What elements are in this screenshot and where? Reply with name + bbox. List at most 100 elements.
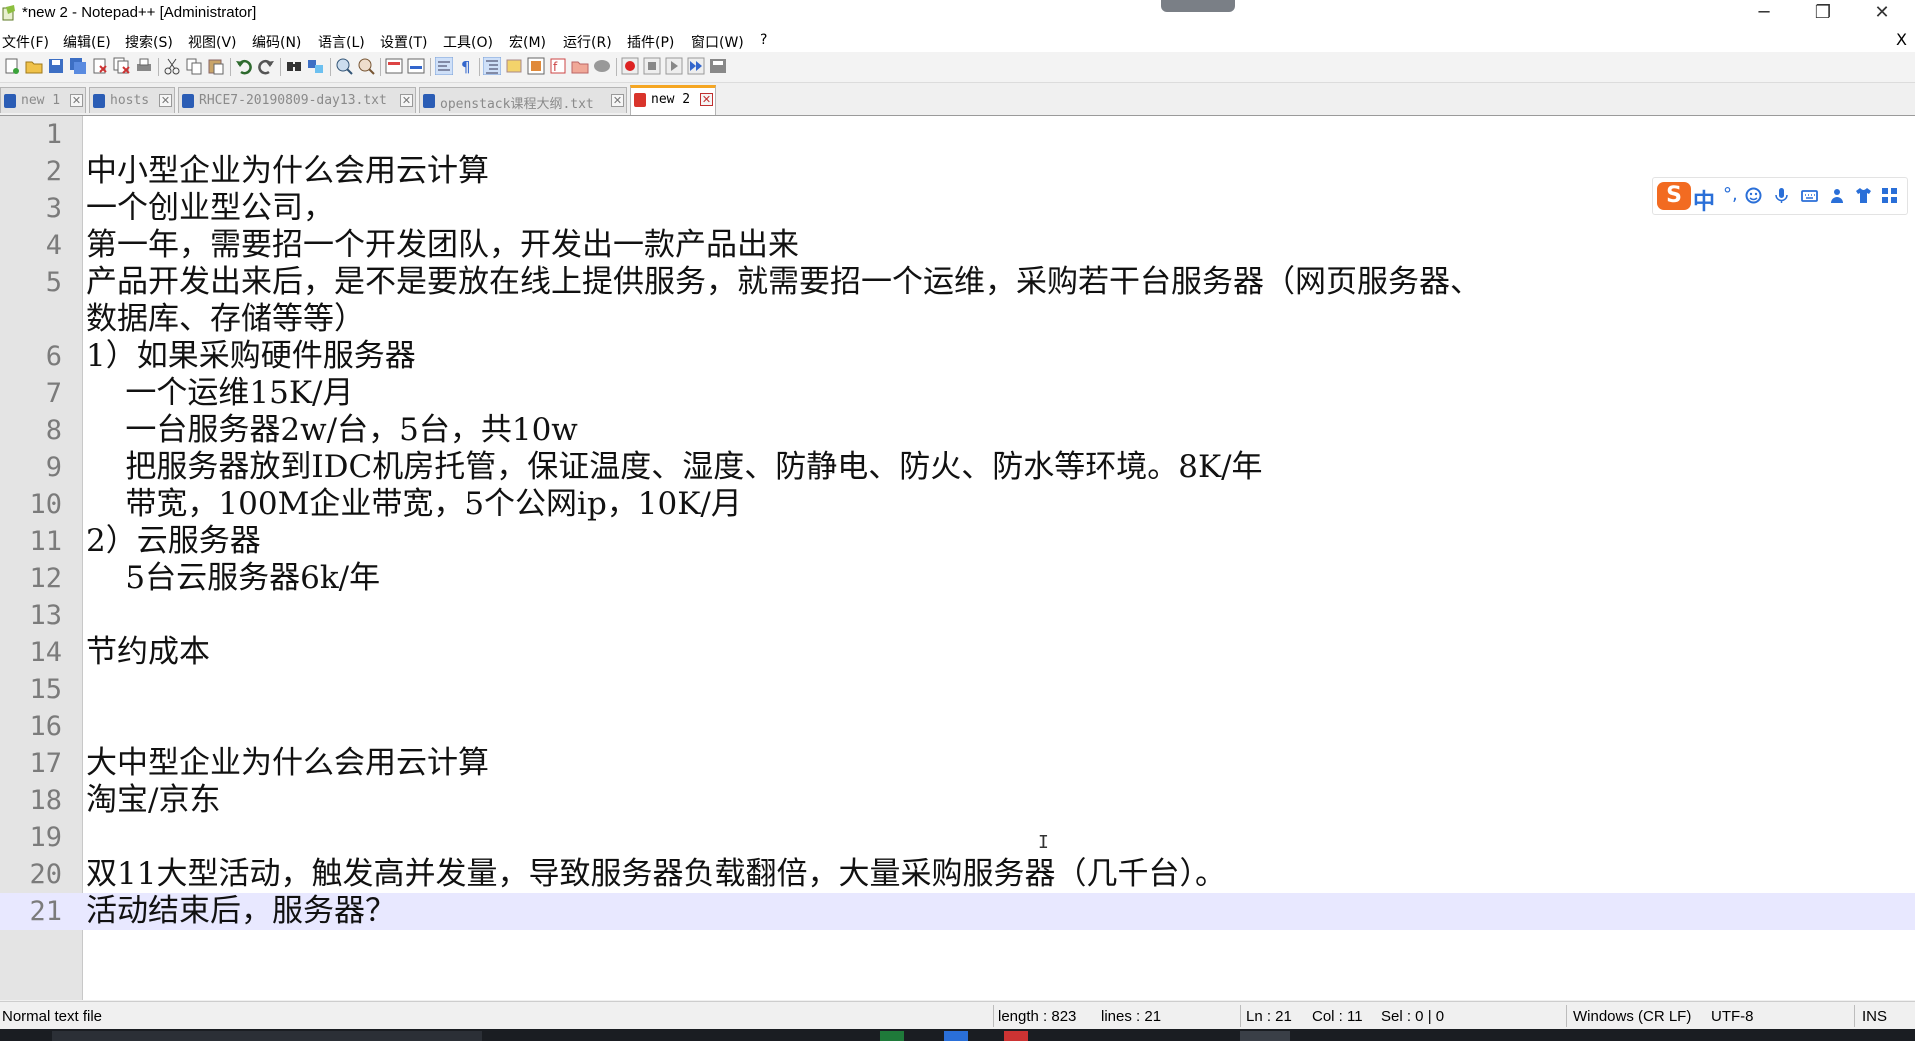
line-text[interactable]: 一个创业型公司， (86, 190, 334, 227)
line-text[interactable]: 双11大型活动，触发高并发量，导致服务器负载翻倍，大量采购服务器（几千台）。 (86, 856, 1226, 893)
editor-line[interactable]: 10 带宽，100M企业带宽，5个公网ip，10K/月 (0, 486, 1915, 523)
print-icon[interactable] (135, 57, 153, 75)
user-lang-icon[interactable] (505, 57, 523, 75)
tab-close-icon[interactable]: ✕ (700, 93, 713, 106)
remote-session-grip[interactable] (1161, 0, 1235, 12)
word-wrap-icon[interactable] (435, 57, 453, 75)
close-icon[interactable] (91, 57, 109, 75)
menu-plugins[interactable]: 插件(P) (627, 32, 674, 52)
line-text[interactable]: 第一年，需要招一个开发团队，开发出一款产品出来 (86, 227, 799, 264)
line-text[interactable]: 1）如果采购硬件服务器 (86, 338, 416, 375)
copy-icon[interactable] (185, 57, 203, 75)
taskbar-app-icon[interactable] (1004, 1031, 1028, 1041)
restore-button[interactable]: ❐ (1800, 0, 1846, 28)
line-text[interactable]: 5台云服务器6k/年 (86, 560, 380, 597)
menu-window[interactable]: 窗口(W) (691, 32, 744, 52)
run-macro-multiple-icon[interactable] (687, 57, 705, 75)
play-macro-icon[interactable] (665, 57, 683, 75)
ime-toolbar[interactable]: S 中 °, (1652, 177, 1908, 215)
line-text[interactable]: 中小型企业为什么会用云计算 (86, 153, 489, 190)
editor-line[interactable]: 15 (0, 671, 1915, 708)
redo-icon[interactable] (257, 57, 275, 75)
line-text[interactable]: 数据库、存储等等） (86, 301, 365, 338)
zoom-out-icon[interactable] (357, 57, 375, 75)
tab-close-icon[interactable]: ✕ (70, 94, 83, 107)
minimize-button[interactable]: ─ (1741, 0, 1787, 28)
editor-line[interactable]: 12 5台云服务器6k/年 (0, 560, 1915, 597)
menu-language[interactable]: 语言(L) (318, 32, 365, 52)
taskbar-app-icon[interactable] (944, 1031, 968, 1041)
show-all-chars-icon[interactable]: ¶ (457, 57, 475, 75)
editor-line[interactable]: 21 活动结束后，服务器？ (0, 893, 1915, 930)
line-text[interactable]: 一台服务器2w/台，5台，共10w (86, 412, 577, 449)
line-text[interactable]: 一个运维15K/月 (86, 375, 353, 412)
tab-new-2[interactable]: new 2 ✕ (630, 85, 716, 115)
menu-settings[interactable]: 设置(T) (380, 32, 427, 52)
save-macro-icon[interactable] (709, 57, 727, 75)
menu-tools[interactable]: 工具(O) (443, 32, 493, 52)
microphone-icon[interactable] (1773, 187, 1790, 204)
keyboard-icon[interactable] (1801, 187, 1818, 204)
menu-help[interactable]: ? (760, 32, 767, 48)
punctuation-toggle[interactable]: °, (1723, 184, 1738, 205)
tab-close-icon[interactable]: ✕ (159, 94, 172, 107)
monitor-icon[interactable] (593, 57, 611, 75)
grid-icon[interactable] (1881, 187, 1898, 204)
tab-new-1[interactable]: new 1 ✕ (0, 87, 86, 113)
undo-icon[interactable] (235, 57, 253, 75)
cut-icon[interactable] (163, 57, 181, 75)
line-text[interactable]: 2）云服务器 (86, 523, 261, 560)
zoom-in-icon[interactable] (335, 57, 353, 75)
editor-line[interactable]: 7 一个运维15K/月 (0, 375, 1915, 412)
emoji-icon[interactable] (1745, 187, 1762, 204)
sync-vertical-icon[interactable] (385, 57, 403, 75)
tab-hosts[interactable]: hosts ✕ (89, 87, 175, 113)
record-macro-icon[interactable] (621, 57, 639, 75)
editor-line[interactable]: 4 第一年，需要招一个开发团队，开发出一款产品出来 (0, 227, 1915, 264)
status-insert-mode[interactable]: INS (1862, 1008, 1887, 1025)
editor-line[interactable]: 2 中小型企业为什么会用云计算 (0, 153, 1915, 190)
status-eol[interactable]: Windows (CR LF) (1573, 1008, 1691, 1025)
indent-guide-icon[interactable] (483, 57, 501, 75)
ime-mode-toggle[interactable]: 中 (1693, 184, 1715, 216)
taskbar-app-icon[interactable] (880, 1031, 904, 1041)
find-icon[interactable] (285, 57, 303, 75)
tab-openstack-outline[interactable]: openstack课程大纲.txt ✕ (419, 87, 627, 113)
menu-file[interactable]: 文件(F) (2, 32, 49, 52)
tab-close-icon[interactable]: ✕ (611, 94, 624, 107)
line-text[interactable]: 把服务器放到IDC机房托管，保证温度、湿度、防静电、防火、防水等环境。8K/年 (86, 449, 1262, 486)
menu-view[interactable]: 视图(V) (188, 32, 237, 52)
line-text[interactable]: 淘宝/京东 (86, 782, 220, 819)
editor-line[interactable]: 1 (0, 116, 1915, 153)
editor-line[interactable]: 19 (0, 819, 1915, 856)
open-file-icon[interactable] (25, 57, 43, 75)
tab-close-icon[interactable]: ✕ (400, 94, 413, 107)
close-document-button[interactable]: X (1896, 30, 1907, 49)
editor-line[interactable]: 3 一个创业型公司， (0, 190, 1915, 227)
sogou-logo-icon[interactable]: S (1657, 182, 1691, 210)
line-text[interactable]: 产品开发出来后，是不是要放在线上提供服务，就需要招一个运维，采购若干台服务器（网… (86, 264, 1481, 301)
doc-map-icon[interactable] (527, 57, 545, 75)
sync-horizontal-icon[interactable] (407, 57, 425, 75)
line-text[interactable]: 节约成本 (86, 634, 210, 671)
editor-line[interactable]: 13 (0, 597, 1915, 634)
menu-macro[interactable]: 宏(M) (509, 32, 546, 52)
person-icon[interactable] (1829, 187, 1846, 204)
editor-line[interactable]: 11 2）云服务器 (0, 523, 1915, 560)
menu-encoding[interactable]: 编码(N) (252, 32, 301, 52)
text-editor[interactable]: 1 2 中小型企业为什么会用云计算 3 一个创业型公司， 4 第一年，需要招一个开发团队，开… (0, 116, 1915, 1000)
line-text[interactable]: 大中型企业为什么会用云计算 (86, 745, 489, 782)
close-window-button[interactable]: ✕ (1859, 0, 1905, 28)
replace-icon[interactable] (307, 57, 325, 75)
editor-line[interactable]: 20 双11大型活动，触发高并发量，导致服务器负载翻倍，大量采购服务器（几千台）。 (0, 856, 1915, 893)
editor-line[interactable]: 17 大中型企业为什么会用云计算 (0, 745, 1915, 782)
editor-line[interactable]: 9 把服务器放到IDC机房托管，保证温度、湿度、防静电、防火、防水等环境。8K/… (0, 449, 1915, 486)
menu-edit[interactable]: 编辑(E) (63, 32, 111, 52)
close-all-icon[interactable] (113, 57, 131, 75)
editor-line[interactable]: 16 (0, 708, 1915, 745)
editor-line[interactable]: 8 一台服务器2w/台，5台，共10w (0, 412, 1915, 449)
taskbar-search-box[interactable] (52, 1031, 482, 1041)
function-list-icon[interactable]: f (549, 57, 567, 75)
editor-line[interactable]: 数据库、存储等等） (0, 301, 1915, 338)
line-text[interactable]: 带宽，100M企业带宽，5个公网ip，10K/月 (86, 486, 741, 523)
